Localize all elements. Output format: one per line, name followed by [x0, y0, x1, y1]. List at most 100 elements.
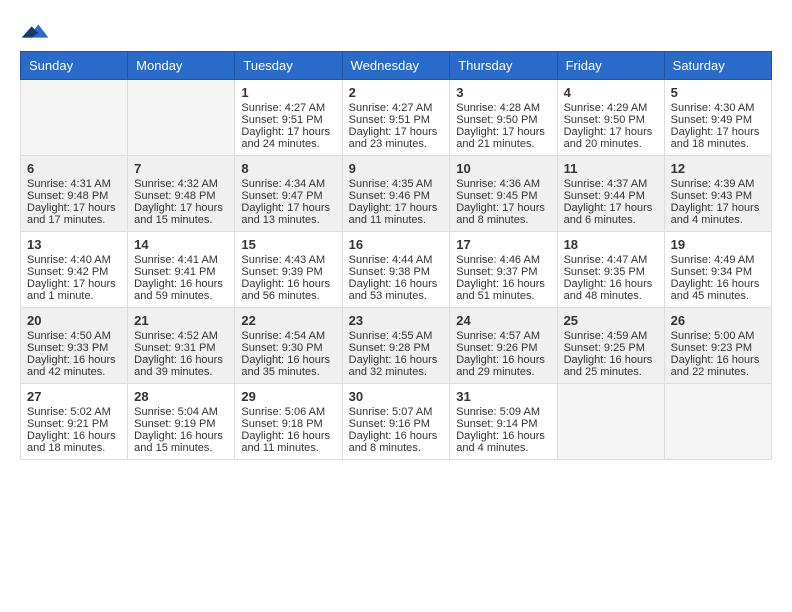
calendar-cell: 19Sunrise: 4:49 AMSunset: 9:34 PMDayligh… [664, 232, 771, 308]
sunrise-text: Sunrise: 4:40 AM [27, 254, 121, 266]
calendar-cell: 1Sunrise: 4:27 AMSunset: 9:51 PMDaylight… [235, 80, 342, 156]
calendar-cell: 16Sunrise: 4:44 AMSunset: 9:38 PMDayligh… [342, 232, 450, 308]
sunset-text: Sunset: 9:21 PM [27, 418, 121, 430]
day-number: 25 [564, 313, 658, 328]
calendar-cell: 15Sunrise: 4:43 AMSunset: 9:39 PMDayligh… [235, 232, 342, 308]
daylight-text: Daylight: 16 hours and 39 minutes. [134, 354, 228, 378]
sunset-text: Sunset: 9:51 PM [349, 114, 444, 126]
sunrise-text: Sunrise: 5:02 AM [27, 406, 121, 418]
day-number: 23 [349, 313, 444, 328]
daylight-text: Daylight: 17 hours and 6 minutes. [564, 202, 658, 226]
sunset-text: Sunset: 9:31 PM [134, 342, 228, 354]
sunset-text: Sunset: 9:48 PM [27, 190, 121, 202]
calendar-table: SundayMondayTuesdayWednesdayThursdayFrid… [20, 51, 772, 460]
daylight-text: Daylight: 17 hours and 4 minutes. [671, 202, 765, 226]
logo-icon [20, 21, 50, 41]
calendar-cell [21, 80, 128, 156]
sunset-text: Sunset: 9:50 PM [456, 114, 550, 126]
calendar-cell: 17Sunrise: 4:46 AMSunset: 9:37 PMDayligh… [450, 232, 557, 308]
sunrise-text: Sunrise: 4:54 AM [241, 330, 335, 342]
sunset-text: Sunset: 9:48 PM [134, 190, 228, 202]
day-number: 14 [134, 237, 228, 252]
calendar-week-4: 20Sunrise: 4:50 AMSunset: 9:33 PMDayligh… [21, 308, 772, 384]
sunrise-text: Sunrise: 4:39 AM [671, 178, 765, 190]
day-number: 28 [134, 389, 228, 404]
logo [20, 20, 52, 41]
daylight-text: Daylight: 17 hours and 23 minutes. [349, 126, 444, 150]
sunset-text: Sunset: 9:41 PM [134, 266, 228, 278]
sunset-text: Sunset: 9:25 PM [564, 342, 658, 354]
daylight-text: Daylight: 17 hours and 11 minutes. [349, 202, 444, 226]
calendar-cell: 12Sunrise: 4:39 AMSunset: 9:43 PMDayligh… [664, 156, 771, 232]
daylight-text: Daylight: 16 hours and 48 minutes. [564, 278, 658, 302]
calendar-cell: 4Sunrise: 4:29 AMSunset: 9:50 PMDaylight… [557, 80, 664, 156]
calendar-cell: 27Sunrise: 5:02 AMSunset: 9:21 PMDayligh… [21, 384, 128, 460]
calendar-cell: 30Sunrise: 5:07 AMSunset: 9:16 PMDayligh… [342, 384, 450, 460]
day-number: 3 [456, 85, 550, 100]
daylight-text: Daylight: 16 hours and 8 minutes. [349, 430, 444, 454]
day-number: 20 [27, 313, 121, 328]
col-header-monday: Monday [128, 52, 235, 80]
sunset-text: Sunset: 9:51 PM [241, 114, 335, 126]
day-number: 24 [456, 313, 550, 328]
calendar-cell: 31Sunrise: 5:09 AMSunset: 9:14 PMDayligh… [450, 384, 557, 460]
sunset-text: Sunset: 9:30 PM [241, 342, 335, 354]
daylight-text: Daylight: 16 hours and 53 minutes. [349, 278, 444, 302]
sunset-text: Sunset: 9:50 PM [564, 114, 658, 126]
calendar-week-3: 13Sunrise: 4:40 AMSunset: 9:42 PMDayligh… [21, 232, 772, 308]
sunrise-text: Sunrise: 4:49 AM [671, 254, 765, 266]
sunrise-text: Sunrise: 4:47 AM [564, 254, 658, 266]
calendar-week-5: 27Sunrise: 5:02 AMSunset: 9:21 PMDayligh… [21, 384, 772, 460]
daylight-text: Daylight: 16 hours and 22 minutes. [671, 354, 765, 378]
sunset-text: Sunset: 9:26 PM [456, 342, 550, 354]
daylight-text: Daylight: 17 hours and 24 minutes. [241, 126, 335, 150]
day-number: 13 [27, 237, 121, 252]
calendar-cell: 13 Sunrise: 4:40 AMSunset: 9:42 PMDayligh… [21, 232, 128, 308]
calendar-cell [664, 384, 771, 460]
sunrise-text: Sunrise: 4:43 AM [241, 254, 335, 266]
daylight-text: Daylight: 16 hours and 11 minutes. [241, 430, 335, 454]
sunrise-text: Sunrise: 4:31 AM [27, 178, 121, 190]
sunrise-text: Sunrise: 4:32 AM [134, 178, 228, 190]
sunset-text: Sunset: 9:37 PM [456, 266, 550, 278]
daylight-text: Daylight: 16 hours and 59 minutes. [134, 278, 228, 302]
daylight-text: Daylight: 17 hours and 15 minutes. [134, 202, 228, 226]
sunset-text: Sunset: 9:28 PM [349, 342, 444, 354]
col-header-sunday: Sunday [21, 52, 128, 80]
day-number: 21 [134, 313, 228, 328]
sunrise-text: Sunrise: 5:04 AM [134, 406, 228, 418]
calendar-cell: 21 Sunrise: 4:52 AMSunset: 9:31 PMDayligh… [128, 308, 235, 384]
day-number: 15 [241, 237, 335, 252]
day-number: 30 [349, 389, 444, 404]
calendar-cell: 11Sunrise: 4:37 AMSunset: 9:44 PMDayligh… [557, 156, 664, 232]
col-header-tuesday: Tuesday [235, 52, 342, 80]
calendar-cell: 7 Sunrise: 4:32 AMSunset: 9:48 PMDaylight… [128, 156, 235, 232]
sunrise-text: Sunrise: 4:52 AM [134, 330, 228, 342]
sunset-text: Sunset: 9:46 PM [349, 190, 444, 202]
day-number: 18 [564, 237, 658, 252]
day-number: 8 [241, 161, 335, 176]
daylight-text: Daylight: 17 hours and 1 minute. [27, 278, 121, 302]
calendar-cell: 29Sunrise: 5:06 AMSunset: 9:18 PMDayligh… [235, 384, 342, 460]
day-number: 7 [134, 161, 228, 176]
calendar-cell: 23Sunrise: 4:55 AMSunset: 9:28 PMDayligh… [342, 308, 450, 384]
sunrise-text: Sunrise: 5:09 AM [456, 406, 550, 418]
sunrise-text: Sunrise: 5:07 AM [349, 406, 444, 418]
calendar-cell: 6Sunrise: 4:31 AMSunset: 9:48 PMDaylight… [21, 156, 128, 232]
sunrise-text: Sunrise: 4:36 AM [456, 178, 550, 190]
sunset-text: Sunset: 9:18 PM [241, 418, 335, 430]
sunrise-text: Sunrise: 4:41 AM [134, 254, 228, 266]
day-number: 4 [564, 85, 658, 100]
day-number: 16 [349, 237, 444, 252]
sunrise-text: Sunrise: 4:27 AM [349, 102, 444, 114]
sunset-text: Sunset: 9:42 PM [27, 266, 121, 278]
daylight-text: Daylight: 16 hours and 15 minutes. [134, 430, 228, 454]
day-number: 11 [564, 161, 658, 176]
daylight-text: Daylight: 16 hours and 51 minutes. [456, 278, 550, 302]
calendar-cell: 2Sunrise: 4:27 AMSunset: 9:51 PMDaylight… [342, 80, 450, 156]
col-header-friday: Friday [557, 52, 664, 80]
calendar-cell [557, 384, 664, 460]
col-header-saturday: Saturday [664, 52, 771, 80]
daylight-text: Daylight: 16 hours and 29 minutes. [456, 354, 550, 378]
daylight-text: Daylight: 16 hours and 32 minutes. [349, 354, 444, 378]
